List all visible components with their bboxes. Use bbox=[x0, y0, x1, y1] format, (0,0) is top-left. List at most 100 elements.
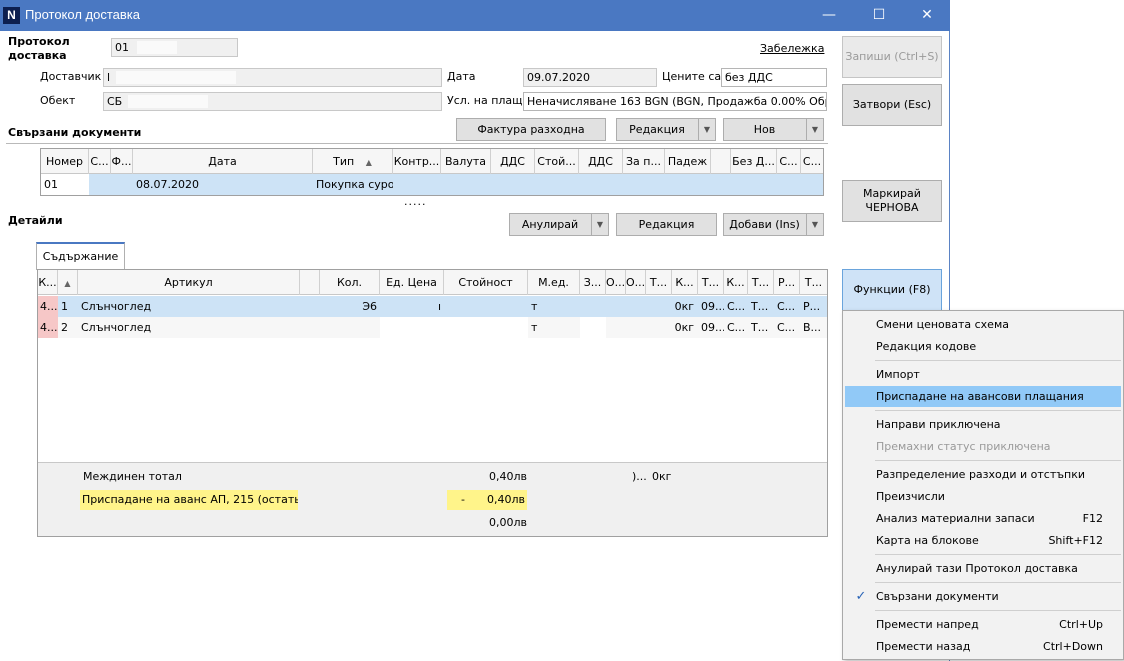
advance-label: Приспадане на аванс АП, 215 (остать... bbox=[80, 490, 298, 510]
minimize-button[interactable]: — bbox=[806, 0, 852, 31]
mark-draft-button[interactable]: Маркирай ЧЕРНОВА bbox=[842, 180, 942, 222]
menu-item[interactable]: Премахни статус приключена bbox=[845, 436, 1121, 457]
totals-footer: Междинен тотал 0,40лв )... 0кг Приспадан… bbox=[38, 462, 827, 536]
app-logo-icon: N bbox=[3, 7, 20, 24]
col-header[interactable]: ДДС bbox=[579, 149, 623, 174]
close-window-button[interactable]: ✕ bbox=[904, 0, 950, 31]
row-price: ı bbox=[437, 300, 441, 313]
related-edit-button[interactable]: Редакция ▼ bbox=[616, 118, 716, 141]
object-field[interactable]: СБ bbox=[103, 92, 442, 111]
splitter-handle[interactable]: ..... bbox=[404, 195, 426, 208]
invoice-expense-button[interactable]: Фактура разходна bbox=[456, 118, 606, 141]
col-header[interactable]: Т... bbox=[748, 270, 774, 295]
chevron-down-icon[interactable]: ▼ bbox=[806, 119, 823, 140]
menu-item[interactable]: Карта на блокове Shift+F12 bbox=[845, 530, 1121, 551]
menu-item[interactable]: Импорт bbox=[845, 364, 1121, 385]
payment-select[interactable]: Неначисляване 163 BGN (BGN, Продажба 0.0… bbox=[523, 92, 827, 111]
chevron-down-icon[interactable]: ▼ bbox=[698, 119, 715, 140]
subtotal-label: Междинен тотал bbox=[83, 470, 182, 483]
col-header[interactable]: С... bbox=[89, 149, 111, 174]
menu-item[interactable]: Премести назад Ctrl+Down bbox=[845, 636, 1121, 657]
menu-item-label: Импорт bbox=[876, 368, 920, 381]
advance-sign: - bbox=[461, 493, 465, 506]
prices-select[interactable]: без ДДС bbox=[721, 68, 827, 87]
menu-item-label: Направи приключена bbox=[876, 418, 1001, 431]
col-header[interactable]: Тип ▲ bbox=[313, 149, 393, 174]
col-header[interactable]: С... bbox=[777, 149, 801, 174]
menu-item[interactable]: Разпределение разходи и отстъпки bbox=[845, 464, 1121, 485]
save-button[interactable]: Запиши (Ctrl+S) bbox=[842, 36, 942, 78]
row-r: С... bbox=[777, 300, 796, 313]
check-icon: ✓ bbox=[855, 589, 867, 604]
note-link[interactable]: Забележка bbox=[760, 42, 824, 55]
col-header[interactable]: Кол. bbox=[320, 270, 380, 295]
col-header[interactable]: О... bbox=[606, 270, 626, 295]
col-header[interactable]: К... bbox=[38, 270, 58, 295]
col-header[interactable]: Валута bbox=[441, 149, 491, 174]
col-header[interactable]: Дата bbox=[133, 149, 313, 174]
col-header[interactable]: Без Д... bbox=[731, 149, 777, 174]
col-header[interactable]: ДДС bbox=[491, 149, 535, 174]
menu-separator bbox=[875, 410, 1121, 411]
menu-item[interactable]: Премести напред Ctrl+Up bbox=[845, 614, 1121, 635]
menu-item[interactable]: Анализ материални запаси F12 bbox=[845, 508, 1121, 529]
col-header[interactable]: Т... bbox=[800, 270, 827, 295]
col-header[interactable]: Ф... bbox=[111, 149, 133, 174]
menu-item[interactable]: Редакция кодове bbox=[845, 336, 1121, 357]
table-row[interactable]: 4... 2 Слънчоглед т 0кг 09... С... Т... … bbox=[38, 317, 827, 338]
col-header[interactable]: За п... bbox=[623, 149, 665, 174]
col-header[interactable]: М.ед. bbox=[528, 270, 580, 295]
menu-item[interactable]: Направи приключена bbox=[845, 414, 1121, 435]
col-header[interactable]: З... bbox=[580, 270, 606, 295]
row-number: 01 bbox=[41, 174, 89, 195]
col-header[interactable]: Контр... bbox=[393, 149, 441, 174]
cancel-line-button[interactable]: Анулирай ▼ bbox=[509, 213, 609, 236]
col-header[interactable]: Артикул bbox=[78, 270, 300, 295]
col-header[interactable]: Р... bbox=[774, 270, 800, 295]
date-field[interactable]: 09.07.2020 bbox=[523, 68, 657, 87]
related-new-label: Нов bbox=[753, 123, 776, 136]
menu-item[interactable]: Приспадане на авансови плащания bbox=[845, 386, 1121, 407]
col-header[interactable]: К... bbox=[672, 270, 698, 295]
col-header[interactable]: С... bbox=[801, 149, 823, 174]
related-new-button[interactable]: Нов ▼ bbox=[723, 118, 824, 141]
date-label: Дата bbox=[447, 70, 476, 83]
col-header[interactable]: Стой... bbox=[535, 149, 579, 174]
col-header[interactable] bbox=[711, 149, 731, 174]
chevron-down-icon[interactable]: ▼ bbox=[591, 214, 608, 235]
menu-item[interactable]: ✓ Свързани документи bbox=[845, 586, 1121, 607]
details-edit-button[interactable]: Редакция bbox=[616, 213, 717, 236]
menu-item[interactable]: Анулирай тази Протокол доставка bbox=[845, 558, 1121, 579]
col-header[interactable]: Т... bbox=[646, 270, 672, 295]
related-separator bbox=[6, 143, 828, 144]
col-header[interactable]: Падеж bbox=[665, 149, 711, 174]
close-button[interactable]: Затвори (Esc) bbox=[842, 84, 942, 126]
col-header[interactable]: ▲ bbox=[58, 270, 78, 295]
menu-item[interactable]: Преизчисли bbox=[845, 486, 1121, 507]
col-header[interactable]: К... bbox=[724, 270, 748, 295]
row-t4: Р... bbox=[803, 300, 821, 313]
menu-separator bbox=[875, 582, 1121, 583]
col-header[interactable] bbox=[300, 270, 320, 295]
table-row[interactable]: 4... 1 Слънчоглед Э6 ı т 0кг 09... С... … bbox=[38, 296, 827, 317]
row-n: 1 bbox=[61, 300, 68, 313]
related-grid-header: Номер С... Ф... Дата Тип ▲ Контр... Валу… bbox=[41, 149, 823, 174]
col-header[interactable]: Номер bbox=[41, 149, 89, 174]
menu-item-label: Преизчисли bbox=[876, 490, 945, 503]
col-header[interactable]: О... bbox=[626, 270, 646, 295]
functions-button[interactable]: Функции (F8) bbox=[842, 269, 942, 311]
row-k: 4... bbox=[38, 296, 58, 317]
table-row[interactable]: 01 08.07.2020 Покупка суро bbox=[41, 174, 823, 195]
col-header[interactable]: Стойност bbox=[444, 270, 528, 295]
tab-content[interactable]: Съдържание bbox=[36, 242, 125, 270]
prices-label: Цените са bbox=[662, 70, 722, 83]
supplier-field[interactable]: l bbox=[103, 68, 442, 87]
protocol-number-field[interactable]: 01 bbox=[111, 38, 238, 57]
col-header[interactable]: Т... bbox=[698, 270, 724, 295]
maximize-button[interactable]: ☐ bbox=[856, 0, 902, 31]
chevron-down-icon[interactable]: ▼ bbox=[806, 214, 823, 235]
row-weight: 0кг bbox=[674, 321, 694, 334]
menu-item[interactable]: Смени ценовата схема bbox=[845, 314, 1121, 335]
col-header[interactable]: Ед. Цена bbox=[380, 270, 444, 295]
add-line-button[interactable]: Добави (Ins) ▼ bbox=[723, 213, 824, 236]
